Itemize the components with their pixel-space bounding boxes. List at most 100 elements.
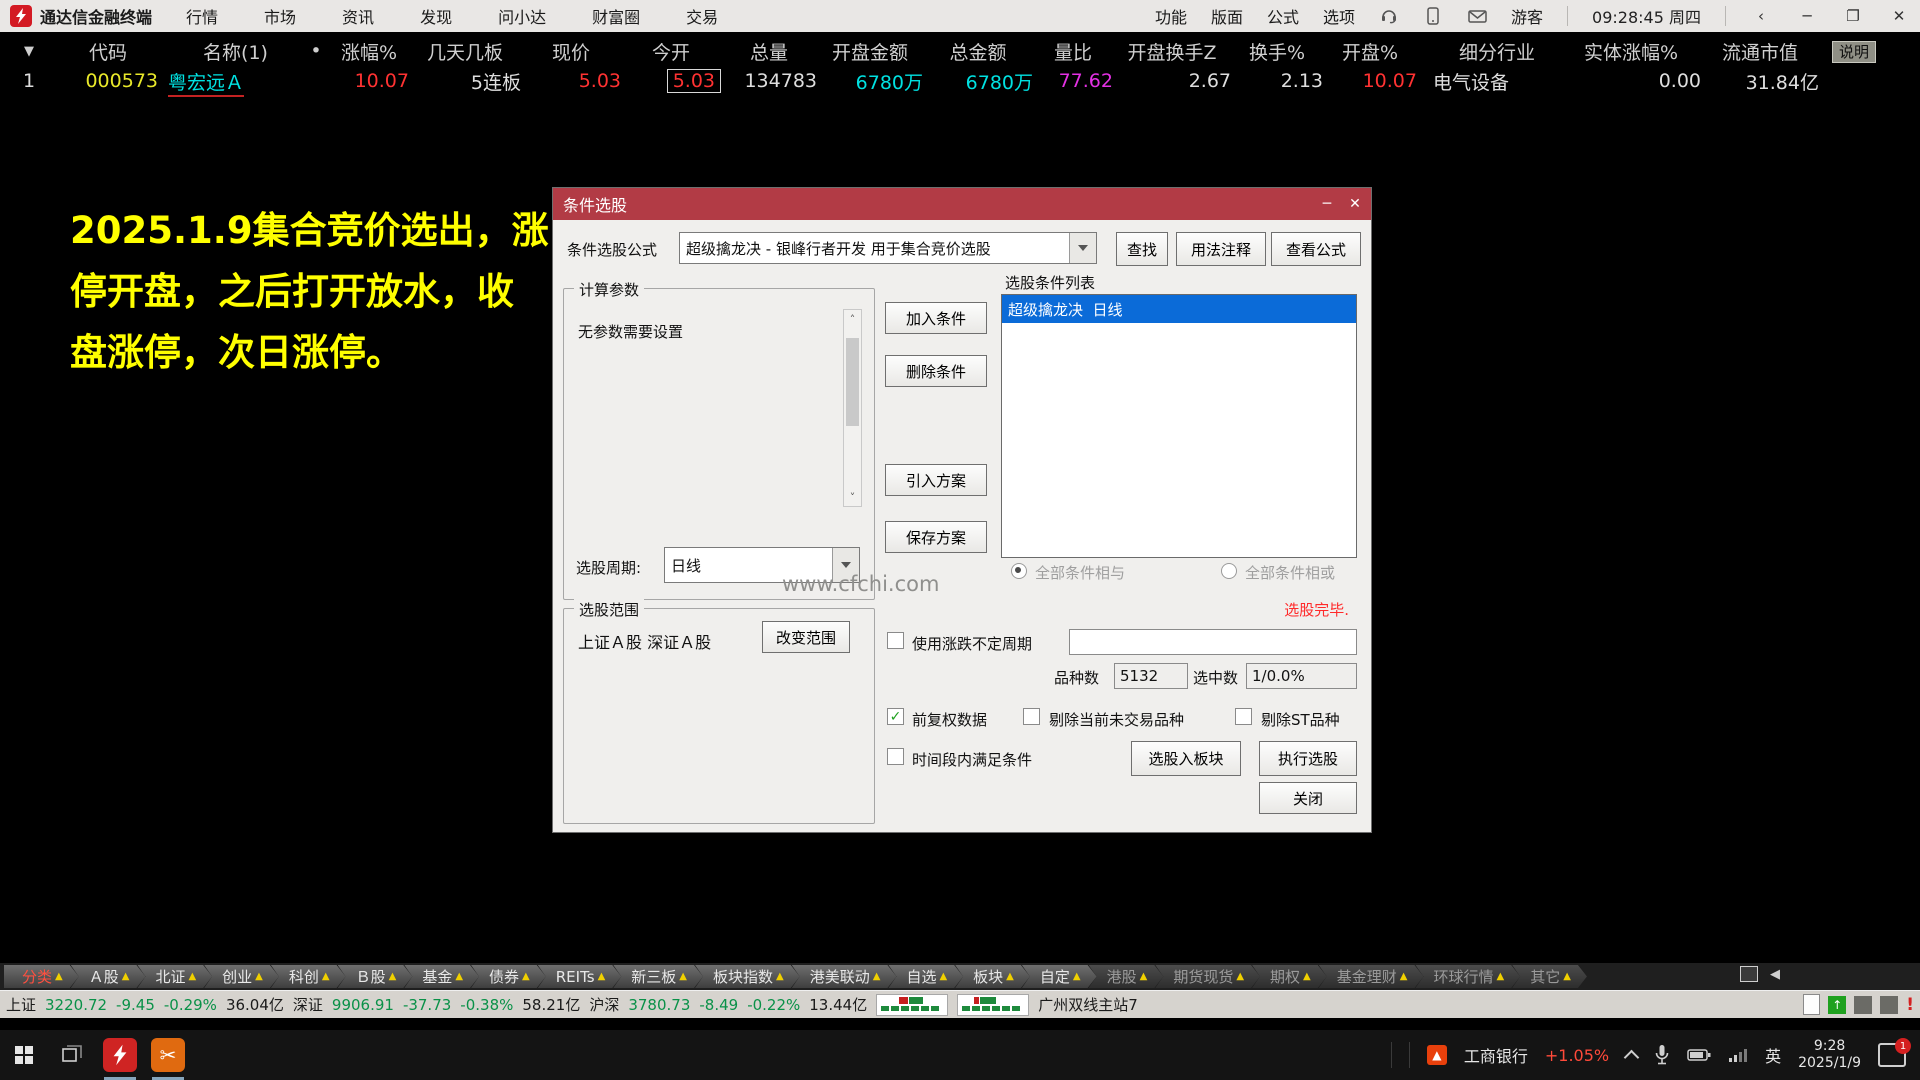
microphone-icon[interactable] (1654, 1044, 1670, 1066)
page-icon[interactable] (1803, 994, 1820, 1015)
tab-sector-index[interactable]: 板块指数▲ (695, 965, 800, 988)
exclude-untraded-checkbox[interactable] (1023, 708, 1040, 725)
tab-hk-us[interactable]: 港美联动▲ (792, 965, 897, 988)
input-language-indicator[interactable]: 英 (1765, 1043, 1781, 1067)
tab-global[interactable]: 环球行情▲ (1415, 965, 1520, 988)
taskbar-clock[interactable]: 9:28 2025/1/9 (1798, 1038, 1861, 1072)
maximize-icon[interactable]: ❐ (1842, 7, 1864, 25)
col-boards[interactable]: 几天几板 (409, 38, 521, 65)
add-condition-button[interactable]: 加入条件 (885, 302, 987, 334)
scroll-up-icon[interactable]: ˄ (844, 310, 861, 328)
params-scrollbar[interactable]: ˄ ˅ (843, 309, 862, 507)
variable-period-checkbox[interactable] (887, 632, 904, 649)
notification-icon[interactable]: 1 (1878, 1043, 1906, 1067)
help-badge[interactable]: 说明 (1832, 41, 1876, 63)
stock-ticker-icon[interactable]: ▲ (1427, 1045, 1447, 1065)
change-range-button[interactable]: 改变范围 (762, 621, 850, 653)
tab-custom[interactable]: 自定▲ (1022, 965, 1097, 988)
variable-period-input[interactable] (1069, 629, 1357, 655)
index-name[interactable]: 上证 (6, 994, 36, 1015)
to-block-button[interactable]: 选股入板块 (1131, 741, 1241, 776)
tab-fund-wealth[interactable]: 基金理财▲ (1319, 965, 1424, 988)
close-icon[interactable]: ✕ (1888, 7, 1910, 25)
col-open[interactable]: 今开 (621, 38, 721, 65)
screenshot-taskbar-icon[interactable]: ✂ (144, 1030, 192, 1080)
timerange-checkbox[interactable] (887, 748, 904, 765)
tab-neeq[interactable]: 新三板▲ (613, 965, 703, 988)
collapse-icon[interactable]: ‹ (1750, 7, 1772, 25)
ticker-stock-pct[interactable]: +1.05% (1545, 1046, 1609, 1065)
minimize-icon[interactable]: ─ (1796, 7, 1818, 25)
server-label[interactable]: 广州双线主站7 (1038, 994, 1138, 1015)
tab-others[interactable]: 其它▲ (1512, 965, 1587, 988)
menu-trade[interactable]: 交易 (686, 4, 718, 28)
col-price[interactable]: 现价 (521, 38, 621, 65)
tab-sectors[interactable]: 板块▲ (955, 965, 1030, 988)
col-pct[interactable]: 涨幅% (329, 38, 409, 65)
col-float-cap[interactable]: 流通市值 (1701, 38, 1819, 65)
radio-and-label[interactable]: 全部条件相与 (1035, 562, 1125, 583)
tab-star[interactable]: 科创▲ (271, 965, 346, 988)
tab-scroll-left-icon[interactable]: ◀ (1770, 967, 1780, 982)
sort-down-icon[interactable]: ▼ (0, 44, 58, 59)
start-button[interactable] (0, 1030, 48, 1080)
tab-funds[interactable]: 基金▲ (404, 965, 479, 988)
scroll-down-icon[interactable]: ˅ (844, 488, 861, 506)
ticker-stock-name[interactable]: 工商银行 (1464, 1043, 1528, 1067)
col-body-pct[interactable]: 实体涨幅% (1561, 38, 1701, 65)
headset-icon[interactable] (1379, 6, 1399, 26)
execute-filter-button[interactable]: 执行选股 (1259, 741, 1357, 776)
col-volume[interactable]: 总量 (721, 38, 817, 65)
col-industry[interactable]: 细分行业 (1417, 38, 1561, 65)
tray-expand-icon[interactable] (1624, 1049, 1640, 1065)
condition-listbox[interactable]: 超级擒龙决 日线 (1001, 294, 1357, 558)
tab-category[interactable]: 分类▲ (4, 965, 79, 988)
mobile-icon[interactable] (1423, 6, 1443, 26)
task-view-icon[interactable] (48, 1030, 96, 1080)
stock-row[interactable]: 1 000573 粤宏远Ａ 10.07 5连板 5.03 5.03 134783… (0, 66, 1920, 96)
tdx-taskbar-icon[interactable] (96, 1030, 144, 1080)
menu-market[interactable]: 市场 (264, 4, 296, 28)
menu-layout[interactable]: 版面 (1211, 4, 1243, 28)
tab-bse[interactable]: 北证▲ (137, 965, 212, 988)
view-formula-button[interactable]: 查看公式 (1271, 232, 1361, 266)
menu-wealth-circle[interactable]: 财富圈 (592, 4, 640, 28)
dropdown-arrow-icon[interactable] (1069, 233, 1096, 263)
tab-b-shares[interactable]: Ｂ股▲ (338, 965, 413, 988)
dialog-close-icon[interactable]: ✕ (1341, 188, 1369, 220)
mark-dot-icon[interactable]: • (303, 40, 329, 62)
tab-window-icon[interactable] (1740, 966, 1758, 982)
import-plan-button[interactable]: 引入方案 (885, 464, 987, 496)
tab-bonds[interactable]: 债券▲ (471, 965, 546, 988)
col-turnover[interactable]: 换手% (1231, 38, 1323, 65)
radio-or-label[interactable]: 全部条件相或 (1245, 562, 1335, 583)
tab-watchlist[interactable]: 自选▲ (888, 965, 963, 988)
user-tray-icon[interactable] (1880, 996, 1898, 1014)
find-button[interactable]: 查找 (1116, 232, 1168, 266)
save-plan-button[interactable]: 保存方案 (885, 521, 987, 553)
col-open-turnover[interactable]: 开盘换手Z (1113, 38, 1231, 65)
radio-or[interactable] (1221, 563, 1237, 579)
col-name[interactable]: 名称(1) (158, 38, 303, 65)
usage-note-button[interactable]: 用法注释 (1176, 232, 1266, 266)
tab-hk[interactable]: 港股▲ (1089, 965, 1164, 988)
index-name[interactable]: 沪深 (589, 994, 619, 1015)
radio-and[interactable] (1011, 563, 1027, 579)
menu-quotes[interactable]: 行情 (186, 4, 218, 28)
exclude-st-checkbox[interactable] (1235, 708, 1252, 725)
tab-chinext[interactable]: 创业▲ (204, 965, 279, 988)
battery-icon[interactable] (1687, 1048, 1711, 1062)
green-up-icon[interactable]: ↑ (1828, 996, 1846, 1014)
formula-combobox[interactable]: 超级擒龙决 - 银峰行者开发 用于集合竞价选股 (679, 232, 1097, 264)
tab-options[interactable]: 期权▲ (1252, 965, 1327, 988)
dialog-minimize-icon[interactable]: ─ (1313, 188, 1341, 220)
menu-news[interactable]: 资讯 (342, 4, 374, 28)
screen-icon[interactable] (1854, 996, 1872, 1014)
condition-list-item-selected[interactable]: 超级擒龙决 日线 (1002, 295, 1356, 323)
tab-reits[interactable]: REITs▲ (538, 965, 622, 988)
user-label[interactable]: 游客 (1511, 4, 1543, 28)
close-dialog-button[interactable]: 关闭 (1259, 782, 1357, 814)
col-volume-ratio[interactable]: 量比 (1033, 38, 1113, 65)
mail-icon[interactable] (1467, 6, 1487, 26)
menu-discover[interactable]: 发现 (420, 4, 452, 28)
